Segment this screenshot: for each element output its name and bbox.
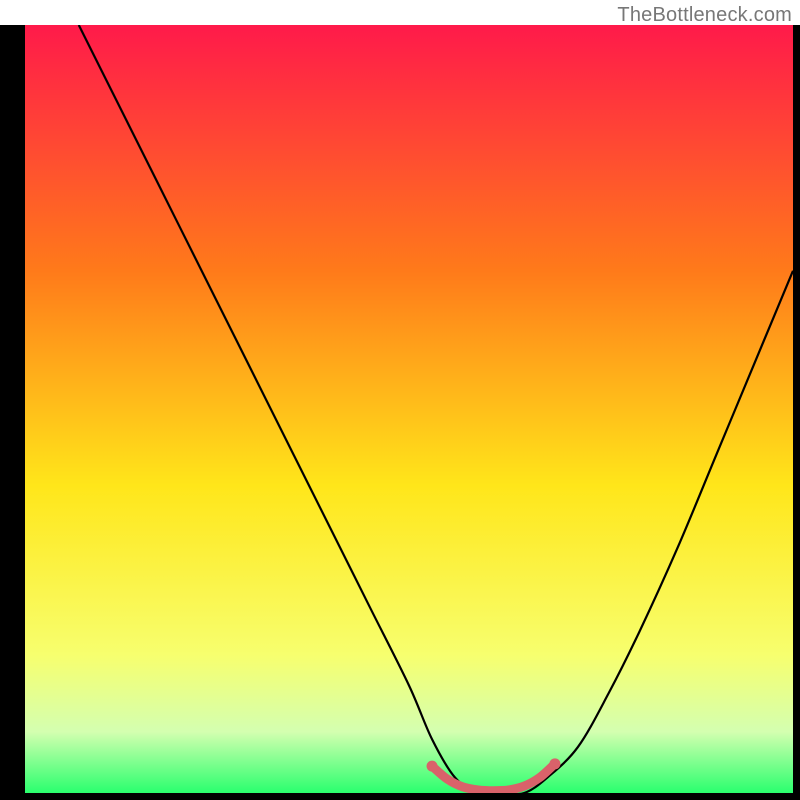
chart-container: TheBottleneck.com [0,0,800,800]
gradient-background [25,25,793,793]
frame-bottom [0,793,800,800]
frame-right [793,25,800,800]
bottleneck-chart [0,0,800,800]
frame-left [0,25,25,800]
watermark-text: TheBottleneck.com [617,4,792,27]
